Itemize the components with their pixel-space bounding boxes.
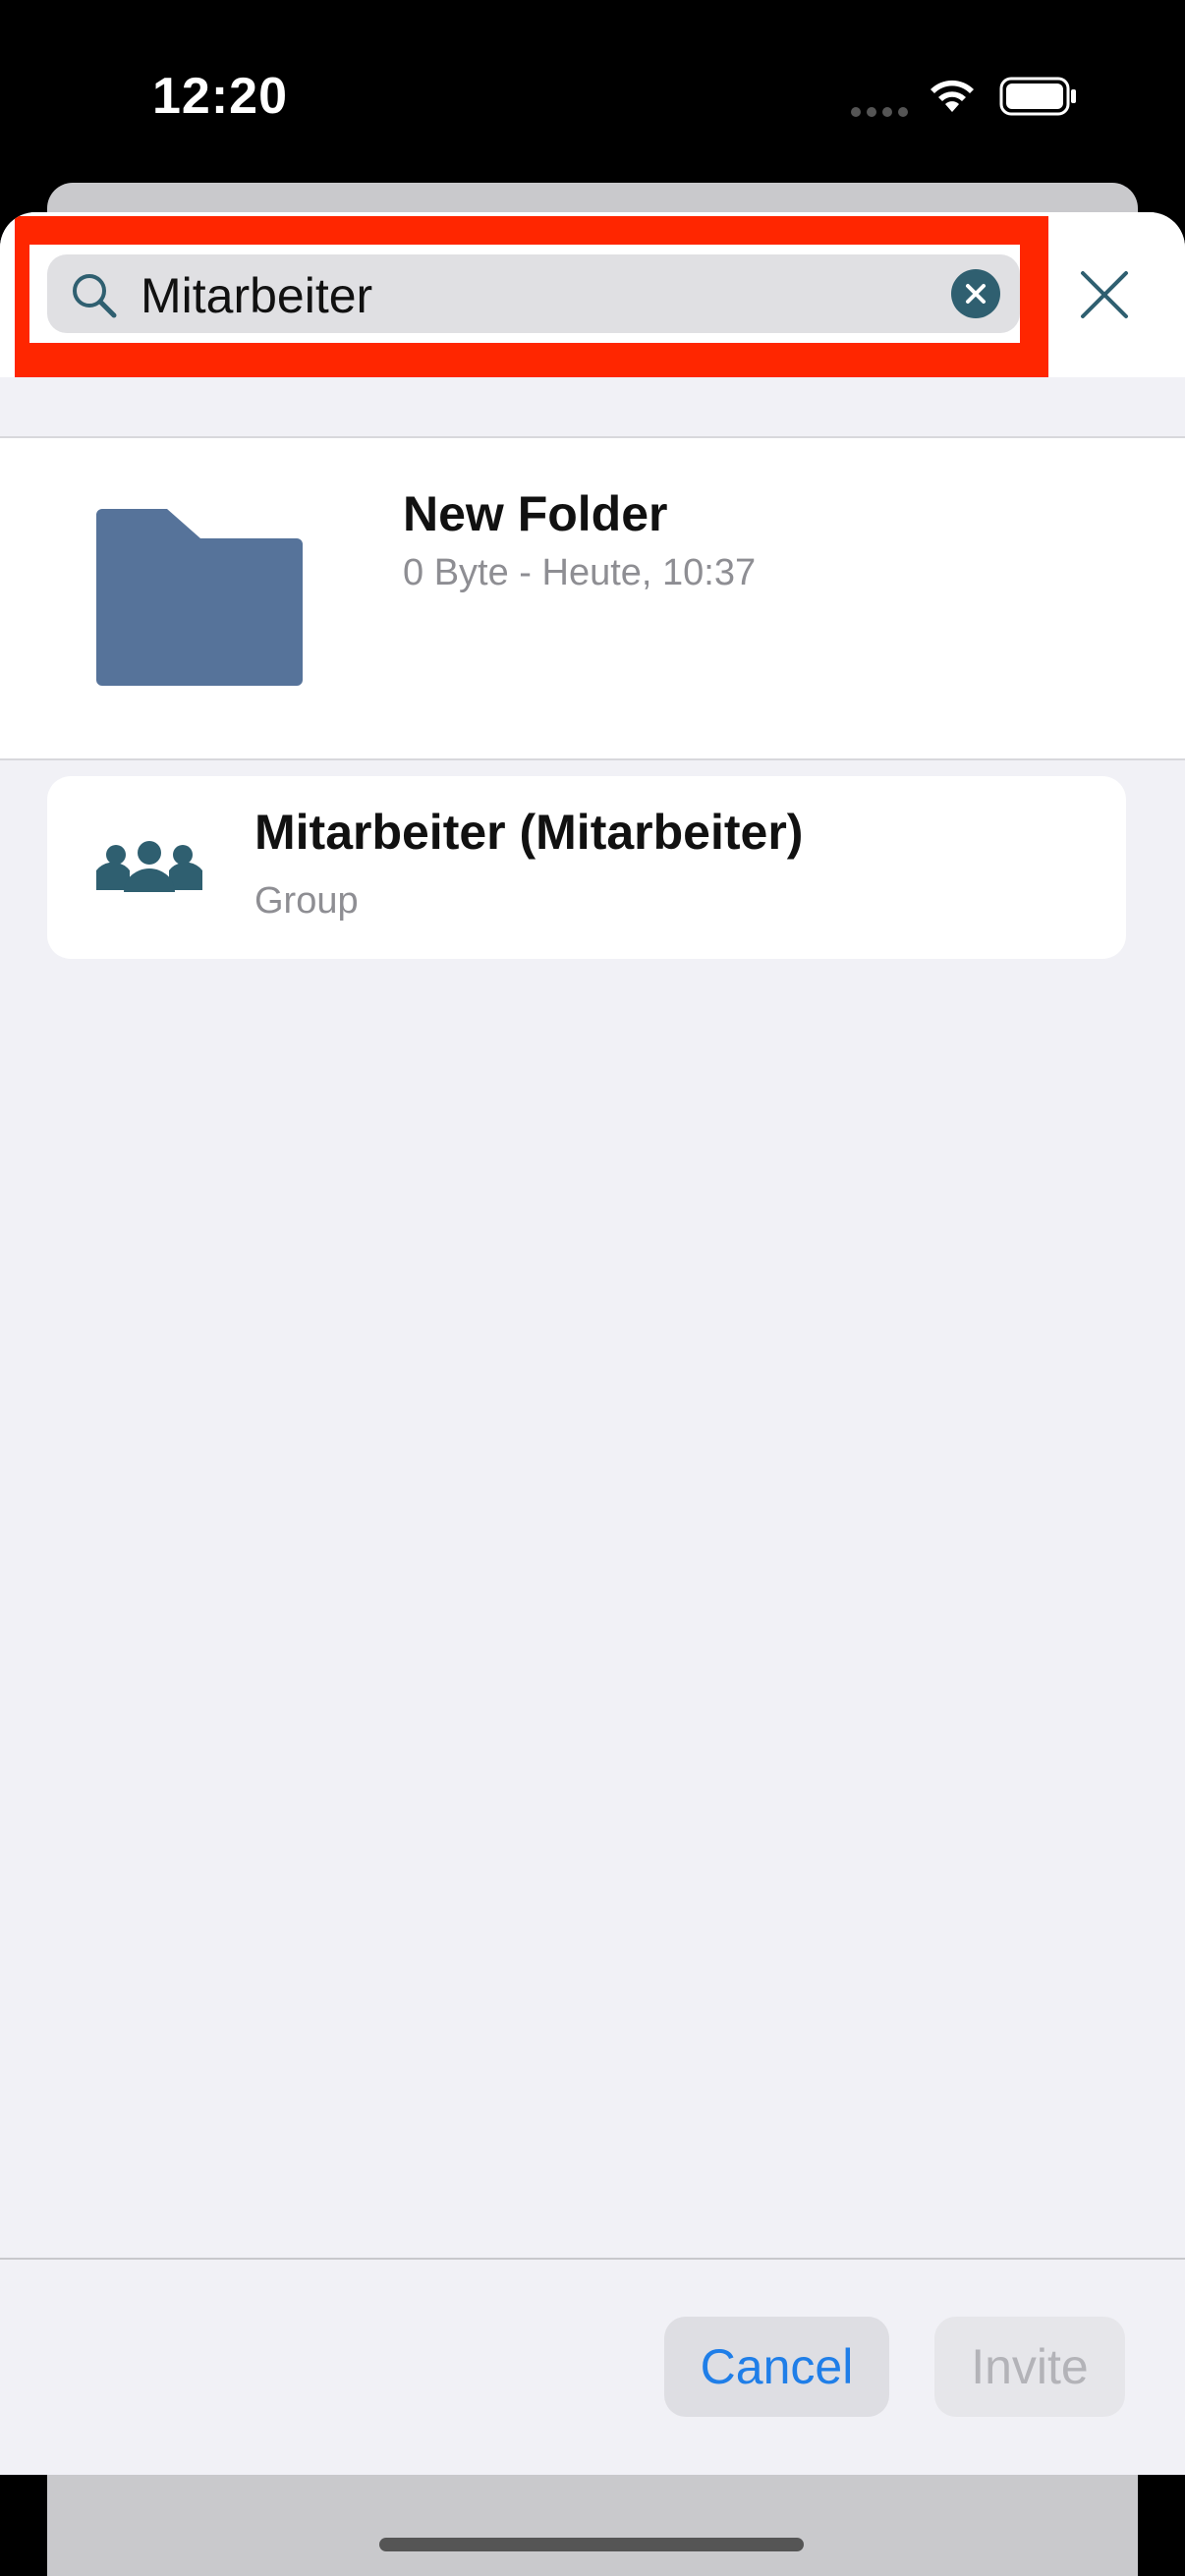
invite-sheet: Mitarbeiter New Folder 0 Byte - Heute, 1… — [0, 212, 1185, 2475]
folder-row[interactable]: New Folder 0 Byte - Heute, 10:37 — [0, 438, 1185, 758]
clear-icon[interactable] — [951, 269, 1000, 318]
status-time: 12:20 — [152, 68, 288, 125]
group-type: Group — [254, 880, 359, 922]
divider — [0, 758, 1185, 760]
search-icon — [73, 274, 117, 318]
cancel-button[interactable]: Cancel — [664, 2317, 889, 2417]
wifi-icon — [931, 80, 974, 112]
background-card-bottom — [47, 2475, 1138, 2576]
status-bar: 12:20 — [0, 0, 1185, 187]
signal-dots-icon — [851, 104, 914, 122]
search-query: Mitarbeiter — [141, 268, 373, 323]
close-icon[interactable] — [1075, 265, 1134, 324]
group-result-item[interactable]: Mitarbeiter (Mitarbeiter) Group — [47, 776, 1126, 959]
folder-icon — [96, 509, 303, 686]
search-header: Mitarbeiter — [0, 212, 1185, 377]
invite-button[interactable]: Invite — [934, 2317, 1125, 2417]
folder-meta: 0 Byte - Heute, 10:37 — [403, 552, 757, 593]
search-input[interactable]: Mitarbeiter — [47, 254, 1020, 333]
home-indicator — [379, 2538, 804, 2551]
battery-icon — [999, 77, 1076, 116]
folder-name: New Folder — [403, 486, 668, 541]
group-name: Mitarbeiter (Mitarbeiter) — [254, 805, 804, 860]
group-icon — [96, 841, 202, 892]
divider — [0, 2258, 1185, 2260]
